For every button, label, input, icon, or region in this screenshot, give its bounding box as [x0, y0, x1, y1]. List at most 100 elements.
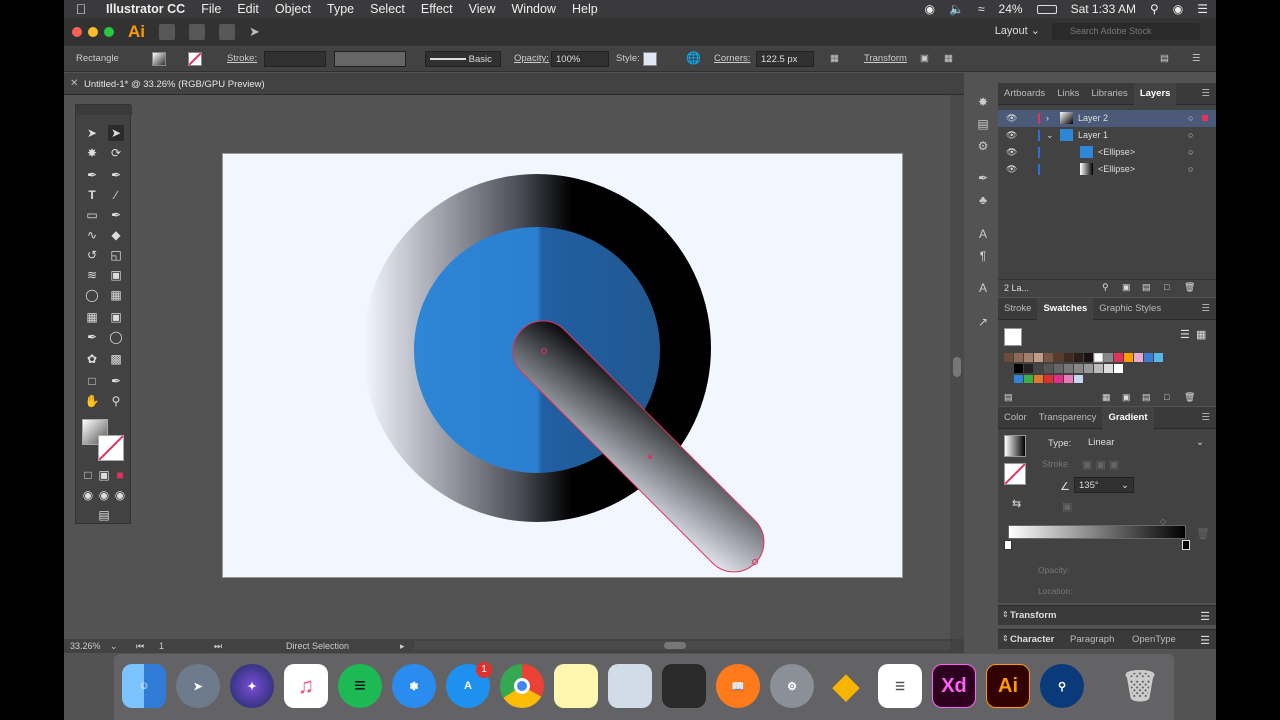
artboard[interactable]	[222, 153, 903, 578]
target-icon[interactable]: ○	[1188, 164, 1193, 174]
visibility-eye-icon[interactable]: 👁	[1006, 130, 1017, 141]
stroke-swatch[interactable]	[188, 52, 202, 66]
new-sublayer-icon[interactable]: ▤	[1142, 282, 1151, 293]
document-tab[interactable]: ✕ Untitled-1* @ 33.26% (RGB/GPU Preview)	[64, 73, 964, 95]
corners-label[interactable]: Corners:	[714, 53, 750, 64]
artboard-tool-icon[interactable]: □	[84, 373, 100, 389]
tab-graphic-styles[interactable]: Graphic Styles	[1093, 298, 1167, 320]
menu-window[interactable]: Window	[504, 2, 564, 16]
target-icon[interactable]: ○	[1188, 130, 1193, 140]
transform-panel-collapsed[interactable]: ⇕ Transform ☰	[998, 605, 1216, 625]
object-name[interactable]: <Ellipse>	[1098, 164, 1135, 174]
blend-tool-icon[interactable]: ◯	[108, 329, 124, 345]
locate-object-icon[interactable]: ⚲	[1102, 282, 1109, 293]
artwork[interactable]	[223, 154, 904, 579]
tab-stroke[interactable]: Stroke	[998, 298, 1037, 320]
opacity-field[interactable]: 100%	[551, 51, 609, 67]
layer-row-layer-2[interactable]: 👁 › Layer 2 ○	[998, 110, 1216, 127]
spotlight-icon[interactable]: ⚲	[1150, 2, 1159, 16]
scale-tool-icon[interactable]: ◱	[108, 247, 124, 263]
direct-selection-tool-icon[interactable]: ➤	[108, 125, 124, 141]
slice-tool-icon[interactable]: ✒	[108, 373, 124, 389]
layer-row-layer-1[interactable]: 👁 ⌄ Layer 1 ○	[998, 127, 1216, 144]
stroke-color-box[interactable]	[98, 435, 124, 461]
line-tool-icon[interactable]: ∕	[108, 187, 124, 203]
eraser-tool-icon[interactable]: ◆	[108, 227, 124, 243]
panel-menu-icon[interactable]: ☰	[1201, 303, 1210, 314]
canvas-area[interactable]	[64, 95, 964, 639]
gradient-slider[interactable]	[1008, 525, 1186, 539]
fill-stroke-preview[interactable]	[1004, 328, 1022, 346]
menu-object[interactable]: Object	[267, 2, 319, 16]
opentype-icon[interactable]: A	[975, 280, 991, 296]
adobe-xd-icon[interactable]: Xd	[932, 664, 976, 708]
collapse-arrows-icon[interactable]: ⇕	[1002, 610, 1009, 619]
panel-menu-icon[interactable]: ☰	[1201, 412, 1210, 423]
layer-row-ellipse-2[interactable]: 👁 <Ellipse> ○	[998, 161, 1216, 178]
tab-layers[interactable]: Layers	[1133, 82, 1177, 105]
itunes-icon[interactable]: ♫	[284, 664, 328, 708]
close-document-icon[interactable]: ✕	[70, 78, 78, 89]
type-tool-icon[interactable]: T	[84, 187, 100, 203]
hand-tool-icon[interactable]: ✋	[84, 393, 100, 409]
spotify-icon[interactable]: ≡	[338, 664, 382, 708]
mesh-tool-icon[interactable]: ▦	[84, 309, 100, 325]
tab-transparency[interactable]: Transparency	[1033, 407, 1103, 429]
panel-menu-icon[interactable]: ☰	[1200, 634, 1210, 647]
arrange-icon[interactable]: ▤	[1160, 53, 1169, 64]
bridge-icon[interactable]	[159, 24, 175, 40]
shape-builder-tool-icon[interactable]: ◯	[84, 287, 100, 303]
tab-libraries[interactable]: Libraries	[1085, 83, 1133, 105]
color-guide-icon[interactable]: ✸	[975, 94, 991, 110]
tab-swatches[interactable]: Swatches	[1037, 297, 1094, 320]
fill-swatch[interactable]	[152, 52, 166, 66]
appearance-icon[interactable]: ⚙	[975, 138, 991, 154]
vertical-scrollbar[interactable]	[950, 95, 964, 639]
battery-text[interactable]: 24%	[999, 2, 1023, 16]
selection-indicator[interactable]	[1202, 115, 1208, 121]
close-window-button[interactable]	[72, 27, 82, 37]
menu-app-name[interactable]: Illustrator CC	[98, 2, 193, 16]
draw-normal-icon[interactable]: ◉	[80, 487, 96, 503]
gradient-angle-field[interactable]: 135° ⌄	[1074, 477, 1134, 493]
warp-tool-icon[interactable]: ≋	[84, 267, 100, 283]
launchpad-icon[interactable]: ➤	[176, 664, 220, 708]
status-menu-arrow-icon[interactable]: ▸	[400, 641, 405, 652]
menu-view[interactable]: View	[461, 2, 504, 16]
tab-links[interactable]: Links	[1051, 83, 1085, 105]
clock[interactable]: Sat 1:33 AM	[1071, 2, 1136, 16]
snap-icon[interactable]: ▦	[944, 53, 953, 64]
zoom-dropdown-icon[interactable]: ⌄	[110, 641, 118, 652]
corners-radius-field[interactable]: 122.5 px	[756, 51, 814, 67]
menu-file[interactable]: File	[193, 2, 229, 16]
horizontal-scrollbar[interactable]	[414, 641, 950, 650]
zoom-tool-icon[interactable]: ⚲	[108, 393, 124, 409]
new-layer-icon[interactable]: □	[1164, 282, 1169, 292]
stroke-preview[interactable]	[1004, 463, 1026, 485]
ibooks-icon[interactable]: 📖	[716, 664, 760, 708]
swatch-libraries-icon[interactable]: ▤	[1004, 392, 1013, 403]
gradient-mode-icon[interactable]: ▣	[96, 467, 112, 483]
symbols-icon[interactable]: ♣	[975, 192, 991, 208]
last-artboard-icon[interactable]: ⏭	[214, 641, 222, 652]
visibility-eye-icon[interactable]: 👁	[1006, 113, 1017, 124]
scroll-thumb[interactable]	[953, 357, 961, 377]
opacity-label[interactable]: Opacity:	[514, 53, 549, 64]
stroke-weight-field[interactable]	[264, 51, 326, 67]
isolate-icon[interactable]: ▣	[920, 53, 929, 64]
delete-swatch-icon[interactable]: 🗑	[1184, 392, 1195, 403]
gradient-type-select[interactable]: Linear ⌄	[1084, 435, 1208, 451]
eyedropper-tool-icon[interactable]: ✒	[84, 329, 100, 345]
photo-booth-icon[interactable]	[662, 664, 706, 708]
brush-definition-select[interactable]: Basic	[425, 51, 501, 67]
selection-tool-icon[interactable]: ➤	[84, 125, 100, 141]
layer-name[interactable]: Layer 2	[1078, 113, 1108, 123]
tab-gradient[interactable]: Gradient	[1102, 406, 1154, 429]
layer-row-ellipse-1[interactable]: 👁 <Ellipse> ○	[998, 144, 1216, 161]
collapse-arrows-icon[interactable]: ⇕	[1002, 634, 1009, 643]
draw-inside-icon[interactable]: ◉	[112, 487, 128, 503]
scroll-thumb[interactable]	[664, 642, 686, 649]
layer-name[interactable]: Layer 1	[1078, 130, 1108, 140]
zoom-window-button[interactable]	[104, 27, 114, 37]
swatch-grid[interactable]	[1004, 352, 1209, 383]
